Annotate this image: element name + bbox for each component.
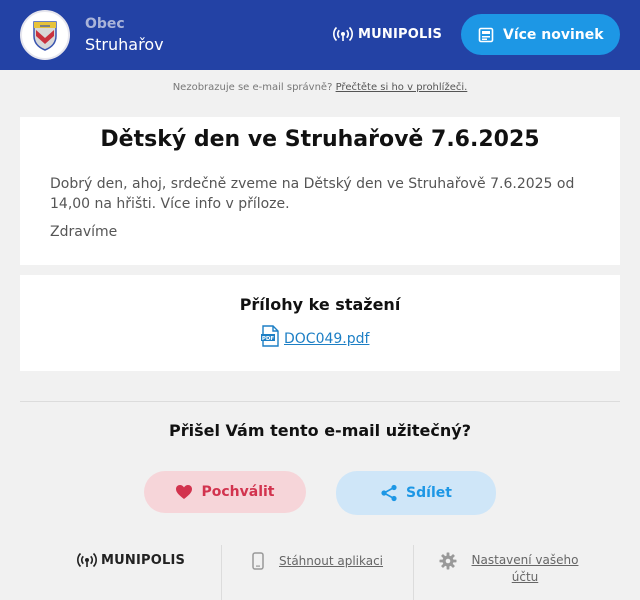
gear-icon bbox=[439, 552, 457, 570]
brand-name: MUNIPOLIS bbox=[358, 26, 443, 42]
signal-icon bbox=[333, 26, 353, 42]
post-card: Dětský den ve Struhařově 7.6.2025 Dobrý … bbox=[20, 117, 620, 265]
pdf-file-icon: PDF bbox=[261, 325, 279, 347]
more-news-label: Více novinek bbox=[503, 26, 604, 43]
footer-munipolis-brand[interactable]: MUNIPOLIS bbox=[77, 550, 185, 570]
more-news-button[interactable]: Více novinek bbox=[461, 14, 620, 55]
munipolis-brand[interactable]: MUNIPOLIS bbox=[333, 24, 442, 44]
signal-icon bbox=[77, 552, 97, 568]
attachment-link[interactable]: PDF DOC049.pdf bbox=[260, 325, 369, 347]
share-button[interactable]: Sdílet bbox=[336, 471, 496, 515]
download-app-label: Stáhnout aplikaci bbox=[279, 554, 384, 568]
smartphone-icon bbox=[252, 552, 264, 570]
attachments-title: Přílohy ke stažení bbox=[239, 295, 401, 314]
praise-button[interactable]: Pochválit bbox=[144, 471, 306, 513]
footer-brand-name: MUNIPOLIS bbox=[101, 552, 186, 568]
post-body: Dobrý den, ahoj, srdečně zveme na Dětský… bbox=[50, 176, 575, 212]
notice-text: Nezobrazuje se e-mail správně? bbox=[172, 82, 333, 93]
section-divider bbox=[20, 401, 620, 402]
account-settings-link[interactable]: Nastavení vašeho účtu bbox=[466, 552, 584, 586]
share-label: Sdílet bbox=[406, 485, 452, 501]
news-icon bbox=[478, 27, 494, 42]
post-title: Dětský den ve Struhařově 7.6.2025 bbox=[100, 127, 540, 152]
footer-separator bbox=[413, 545, 414, 600]
download-app-link[interactable]: Stáhnout aplikaci bbox=[251, 552, 383, 570]
post-greeting: Zdravíme bbox=[50, 224, 118, 240]
municipality-kind: Obec bbox=[85, 16, 125, 32]
footer-separator bbox=[221, 545, 222, 600]
attachment-name: DOC049.pdf bbox=[284, 331, 370, 347]
municipality-crest-logo bbox=[20, 10, 70, 60]
email-header: Obec Struhařov MUNIPOLIS Více novinek bbox=[0, 0, 640, 70]
svg-text:PDF: PDF bbox=[262, 336, 275, 342]
view-in-browser-link[interactable]: Přečtěte si ho v prohlížeči. bbox=[336, 82, 468, 93]
feedback-question: Přišel Vám tento e-mail užitečný? bbox=[169, 421, 471, 440]
heart-icon bbox=[176, 485, 193, 499]
municipality-name: Struhařov bbox=[85, 35, 164, 54]
praise-label: Pochválit bbox=[201, 484, 275, 500]
share-icon bbox=[381, 484, 397, 502]
view-in-browser-notice: Nezobrazuje se e-mail správně? Přečtěte … bbox=[0, 82, 640, 93]
attachments-card: Přílohy ke stažení PDF DOC049.pdf bbox=[20, 275, 620, 371]
